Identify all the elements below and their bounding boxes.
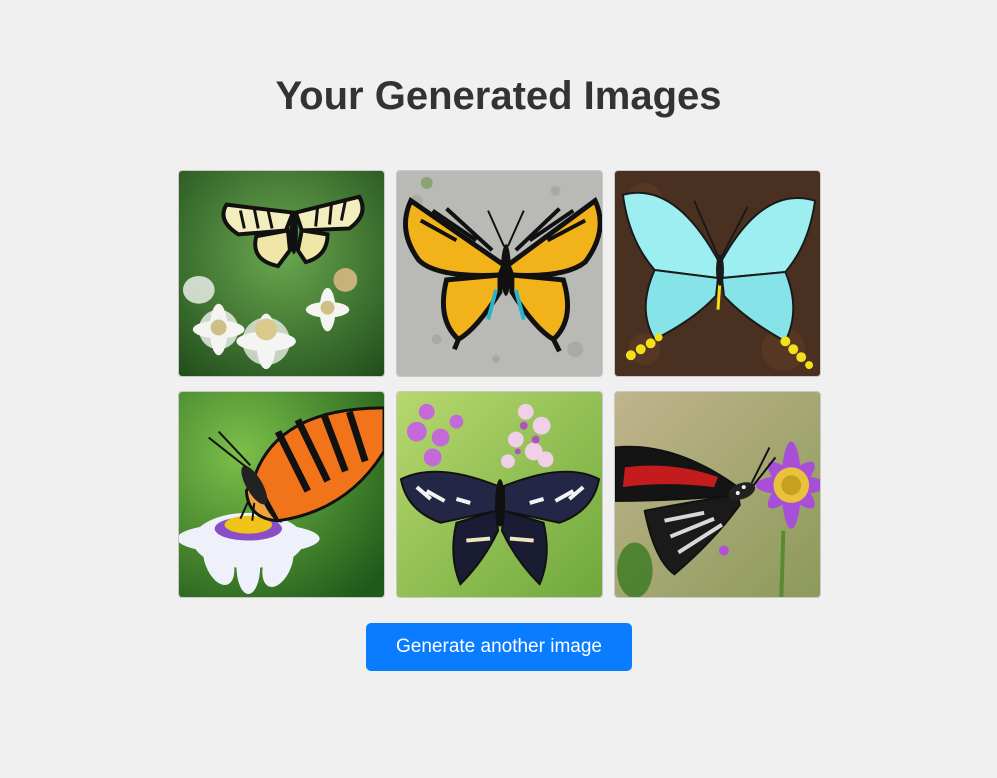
generated-image-4[interactable] <box>178 391 385 598</box>
butterfly-image <box>397 392 602 597</box>
generated-image-3[interactable] <box>614 170 821 377</box>
butterfly-image <box>615 392 820 597</box>
page: Your Generated Images Generate another i… <box>0 0 997 778</box>
butterfly-image <box>179 171 384 376</box>
butterfly-image <box>397 171 602 376</box>
image-gallery <box>178 170 822 598</box>
page-title: Your Generated Images <box>275 74 722 118</box>
butterfly-image <box>179 392 384 597</box>
generated-image-6[interactable] <box>614 391 821 598</box>
butterfly-image <box>615 171 820 376</box>
generated-image-5[interactable] <box>396 391 603 598</box>
generated-image-2[interactable] <box>396 170 603 377</box>
generate-another-image-button[interactable]: Generate another image <box>366 623 632 671</box>
generated-image-1[interactable] <box>178 170 385 377</box>
